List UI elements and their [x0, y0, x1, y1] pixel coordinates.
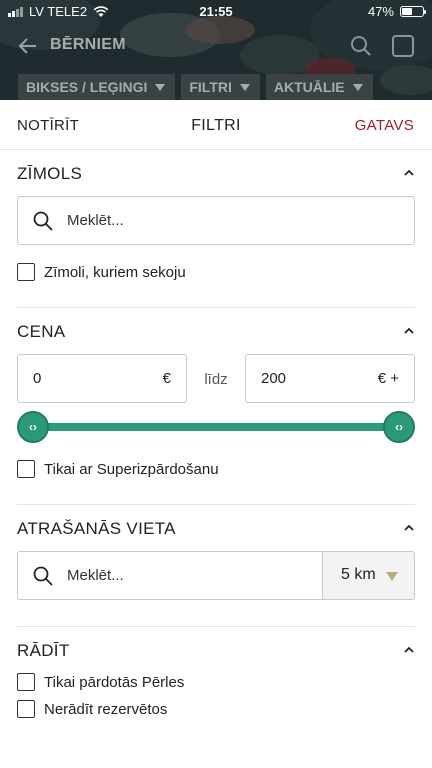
chip-sort[interactable]: AKTUĀLIE [265, 74, 373, 100]
divider [17, 307, 415, 308]
header-background: LV TELE2 21:55 47% BĒRNIEM BIKSES / LEĢI… [0, 0, 432, 100]
divider [17, 626, 415, 627]
chevron-down-icon [155, 83, 166, 91]
brand-section-title: ZĪMOLS [17, 164, 83, 183]
navbar: BĒRNIEM [0, 30, 432, 62]
show-section-title: RĀDĪT [17, 641, 70, 660]
price-section-title: CENA [17, 322, 66, 341]
location-section-title: ATRAŠANĀS VIETA [17, 519, 176, 538]
search-icon[interactable] [350, 35, 372, 57]
distance-select[interactable]: 5 km [322, 552, 414, 599]
chip-label: FILTRI [189, 79, 232, 95]
location-search-placeholder: Meklēt... [67, 567, 124, 584]
chevron-down-icon [239, 83, 250, 91]
chip-label: BIKSES / LEĢINGI [26, 79, 148, 95]
price-slider-max-handle[interactable]: ‹› [383, 411, 415, 443]
super-sale-checkbox[interactable] [17, 460, 35, 478]
price-min-value: 0 [33, 370, 42, 387]
followed-brands-checkbox[interactable] [17, 263, 35, 281]
brand-search-input[interactable]: Meklēt... [17, 196, 415, 245]
hide-reserved-checkbox[interactable] [17, 700, 35, 718]
price-min-input[interactable]: 0 € [17, 354, 187, 403]
price-max-value: 200 [261, 370, 287, 387]
battery-percent: 47% [367, 4, 394, 19]
sheet-header: NOTĪRĪT FILTRI GATAVS [0, 100, 432, 150]
followed-brands-label: Zīmoli, kuriem sekoju [44, 263, 186, 281]
back-arrow-icon[interactable] [16, 34, 40, 58]
done-button[interactable]: GATAVS [355, 117, 414, 134]
divider [17, 504, 415, 505]
sold-only-label: Tikai pārdotās Pērles [44, 673, 185, 691]
followed-brands-checkbox-row[interactable]: Zīmoli, kuriem sekoju [17, 263, 186, 281]
search-icon [33, 566, 53, 586]
chevron-down-icon [352, 83, 363, 91]
brand-search-placeholder: Meklēt... [67, 212, 124, 229]
chevron-up-icon[interactable] [404, 168, 414, 178]
price-slider-min-handle[interactable]: ‹› [17, 411, 49, 443]
search-icon [33, 211, 53, 231]
chevron-up-icon[interactable] [404, 523, 414, 533]
chevron-up-icon[interactable] [404, 645, 414, 655]
caret-down-icon [386, 572, 398, 581]
filter-sheet: NOTĪRĪT FILTRI GATAVS ZĪMOLS Meklēt... Z… [0, 100, 432, 768]
sold-only-checkbox-row[interactable]: Tikai pārdotās Pērles [17, 673, 184, 691]
super-sale-checkbox-row[interactable]: Tikai ar Superizpārdošanu [17, 460, 219, 478]
chevron-up-icon[interactable] [404, 326, 414, 336]
filter-chips: BIKSES / LEĢINGI FILTRI AKTUĀLIE [18, 74, 373, 100]
chip-filters[interactable]: FILTRI [181, 74, 260, 100]
chip-label: AKTUĀLIE [273, 79, 345, 95]
sold-only-checkbox[interactable] [17, 673, 35, 691]
nav-title: BĒRNIEM [50, 36, 126, 53]
square-icon[interactable] [392, 35, 414, 57]
chip-category[interactable]: BIKSES / LEĢINGI [18, 74, 176, 100]
price-max-input[interactable]: 200 € + [245, 354, 415, 403]
hide-reserved-checkbox-row[interactable]: Nerādīt rezervētos [17, 700, 167, 718]
price-max-unit: € + [377, 370, 399, 387]
hide-reserved-label: Nerādīt rezervētos [44, 700, 168, 718]
location-search-input[interactable]: Meklēt... 5 km [17, 551, 415, 600]
price-until-label: līdz [204, 371, 228, 388]
distance-value: 5 km [341, 566, 376, 583]
battery-icon [400, 6, 426, 17]
price-slider-track[interactable] [33, 423, 399, 431]
super-sale-label: Tikai ar Superizpārdošanu [44, 460, 219, 478]
price-min-unit: € [162, 370, 171, 387]
status-bar: LV TELE2 21:55 47% [0, 0, 432, 22]
